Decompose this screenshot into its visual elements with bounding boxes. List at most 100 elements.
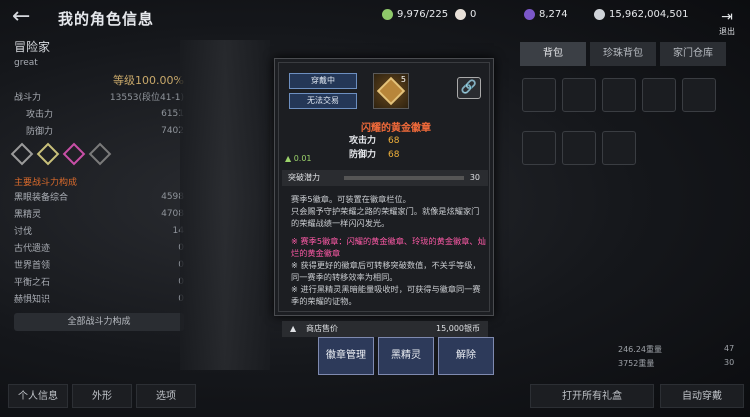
- inventory-counter: 9,976/225: [382, 9, 448, 20]
- desc-line: ※ 赛季5徽章：闪耀的黄金徽章、玲珑的黄金徽章、灿烂的黄金徽章: [291, 236, 486, 258]
- weight-icon: ▲: [285, 154, 294, 163]
- inventory-value: 9,976/225: [397, 9, 449, 20]
- back-button[interactable]: ←: [12, 6, 38, 28]
- item-name: 闪耀的黄金徽章: [361, 123, 431, 134]
- stat-label: 战斗力: [14, 93, 42, 103]
- potential-label: 突破潜力: [288, 173, 320, 182]
- list-item: 黑眼装备综合 4598: [14, 188, 184, 205]
- potential-bar: [344, 176, 464, 180]
- character-panel: 冒险家 great 等级100.00% 战斗力 13553(段位41-1) 攻击力…: [10, 38, 184, 331]
- attack-label: 攻击力: [349, 136, 377, 146]
- black-spirit-button[interactable]: 黑精灵: [378, 337, 434, 375]
- money-bag-icon: ▲: [290, 324, 297, 333]
- defense-value: 68: [388, 150, 400, 160]
- diamond-icon[interactable]: [88, 142, 112, 166]
- diamond-icon[interactable]: [62, 142, 86, 166]
- link-button[interactable]: 🔗: [457, 77, 481, 99]
- list-item: 古代遗迹0: [14, 239, 184, 256]
- desc-line: ※ 进行黑精灵黑暗能量吸收时，可获得与徽章同一赛季的荣耀的证物。: [291, 284, 481, 306]
- exit-label: 退出: [719, 27, 735, 36]
- inventory-slot[interactable]: [562, 78, 596, 112]
- tab-storage[interactable]: 家门仓库: [660, 42, 726, 66]
- silver-icon: [594, 9, 605, 20]
- open-all-gifts-button[interactable]: 打开所有礼盒: [530, 384, 654, 408]
- stat-label: 攻击力: [26, 110, 54, 120]
- tab-personal-info[interactable]: 个人信息: [8, 384, 68, 408]
- all-power-button[interactable]: 全部战斗力构成: [14, 313, 184, 331]
- top-bar: ← 我的角色信息 9,976/225 0 8,274 15,962,004,50…: [0, 0, 750, 37]
- bag-icon: [382, 9, 393, 20]
- badge-manage-button[interactable]: 徽章管理: [318, 337, 374, 375]
- slot-count-1: 47: [724, 344, 735, 353]
- potential-value: 30: [469, 173, 480, 182]
- nickname: great: [14, 58, 38, 68]
- weight-2: 3752重量: [618, 359, 655, 368]
- energy-icon: [524, 9, 535, 20]
- slot-count-2: 30: [724, 358, 735, 367]
- stat-label: 防御力: [26, 127, 54, 137]
- item-label: 世界首领: [14, 261, 51, 271]
- inventory-slot[interactable]: [522, 78, 556, 112]
- list-item: 赫惧知识0: [14, 290, 184, 307]
- status-worn-badge: 穿戴中: [289, 73, 357, 89]
- tab-bag[interactable]: 背包: [520, 42, 586, 66]
- item-label: 平衡之石: [14, 278, 51, 288]
- inventory-tabs: 背包 珍珠背包 家门仓库: [520, 42, 750, 70]
- auto-wear-button[interactable]: 自动穿戴: [660, 384, 744, 408]
- weight-1: 246.24重量: [618, 345, 662, 354]
- pearl-counter: 0: [455, 9, 476, 20]
- exit-icon: ⇥: [721, 9, 733, 25]
- item-label: 黑眼装备综合: [14, 193, 69, 203]
- defense-label: 防御力: [349, 150, 377, 160]
- inventory-slot[interactable]: [562, 131, 596, 165]
- durability: ▲ 0.01: [285, 154, 312, 163]
- item-label: 古代遗迹: [14, 244, 51, 254]
- tab-appearance[interactable]: 外形: [72, 384, 132, 408]
- inventory-slot[interactable]: [642, 78, 676, 112]
- list-item: 讨伐 14: [14, 222, 184, 239]
- list-item: 黑精灵 4708: [14, 205, 184, 222]
- inventory-slot[interactable]: [602, 78, 636, 112]
- potential-row: 突破潜力 30: [282, 170, 488, 186]
- durability-value: 0.01: [293, 154, 312, 163]
- pearl-value: 0: [470, 9, 477, 20]
- attack-stat: 攻击力 68: [349, 133, 399, 146]
- status-trade-badge: 无法交易: [289, 93, 357, 109]
- item-description: 赛季5徽章。可装置在徽章栏位。 只会赐予守护荣耀之路的荣耀家门。就像是炫耀家门的…: [291, 193, 487, 323]
- item-level: 5: [400, 75, 406, 84]
- badge-item-icon: 5: [373, 73, 409, 109]
- section-title: 主要战斗力构成: [14, 178, 78, 188]
- inventory-slot[interactable]: [602, 131, 636, 165]
- inventory-slot[interactable]: [682, 78, 716, 112]
- exit-button[interactable]: ⇥ 退出: [715, 6, 739, 36]
- item-label: 赫惧知识: [14, 295, 51, 305]
- unequip-button[interactable]: 解除: [438, 337, 494, 375]
- desc-line: ※ 获得更好的徽章后可转移突破数值，不关乎等级，同一赛季的转移效率为相同。: [291, 260, 481, 282]
- tooltip-frame: 穿戴中 无法交易 5 🔗 闪耀的黄金徽章 攻击力 68 防御力 68 ▲ 0.01 …: [278, 62, 490, 337]
- stat-row: 攻击力 6151: [14, 105, 184, 122]
- list-item: 平衡之石0: [14, 273, 184, 290]
- item-label: 黑精灵: [14, 210, 42, 220]
- tab-pearl-bag[interactable]: 珍珠背包: [590, 42, 656, 66]
- stat-row: 防御力 7402: [14, 122, 184, 139]
- level-label: 等级100.00%: [113, 74, 184, 87]
- diamond-icon[interactable]: [10, 142, 34, 166]
- page-title: 我的角色信息: [58, 10, 155, 28]
- character-model: [180, 40, 270, 370]
- stat-row: 战斗力 13553(段位41-1): [14, 88, 184, 105]
- pearl-icon: [455, 9, 466, 20]
- energy-counter: 8,274: [524, 9, 568, 20]
- silver-value: 15,962,004,501: [609, 9, 689, 20]
- inventory-slot[interactable]: [522, 131, 556, 165]
- list-item: 世界首领0: [14, 256, 184, 273]
- character-info-screen: ← 我的角色信息 9,976/225 0 8,274 15,962,004,50…: [0, 0, 750, 417]
- stat-value: 13553(段位41-1): [109, 93, 184, 103]
- class-name: 冒险家: [14, 40, 51, 54]
- item-label: 讨伐: [14, 227, 33, 237]
- tab-options[interactable]: 选项: [136, 384, 196, 408]
- diamond-icon[interactable]: [36, 142, 60, 166]
- attack-value: 68: [388, 136, 400, 146]
- inventory-grid: [522, 78, 742, 178]
- energy-value: 8,274: [539, 9, 568, 20]
- defense-stat: 防御力 68: [349, 147, 399, 160]
